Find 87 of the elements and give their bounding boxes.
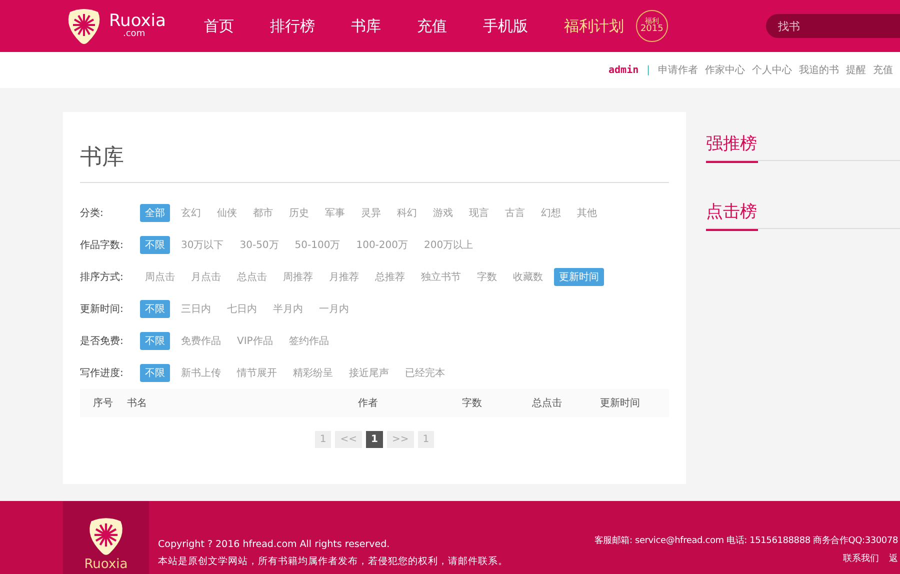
filter-option[interactable]: 游戏 [428, 204, 458, 222]
nav-link[interactable]: 充值 [416, 16, 447, 36]
filter-option[interactable]: 古言 [500, 204, 530, 222]
filter-option[interactable]: 周推荐 [278, 268, 318, 286]
logo-text: Ruoxia [109, 13, 166, 30]
user-link[interactable]: 个人中心 [752, 63, 792, 77]
filter-option[interactable]: 全部 [140, 204, 170, 222]
footer-link[interactable]: 联系我们 [843, 554, 879, 564]
filter-option[interactable]: 接近尾声 [344, 364, 394, 382]
copyright-text: Copyright ? 2016 hfread.com All rights reserved. [158, 539, 391, 550]
filter-option[interactable]: 灵异 [356, 204, 386, 222]
search-field[interactable]: 找书 [766, 14, 900, 38]
filter-label: 排序方式: [80, 270, 124, 284]
column-header: 作者 [358, 396, 379, 410]
filter-option[interactable]: 不限 [140, 300, 170, 318]
filter-label: 更新时间: [80, 302, 124, 316]
filter-label: 分类: [80, 206, 104, 220]
notice-text: 本站是原创文学网站，所有书籍均属作者发布，若侵犯您的权利，请邮件联系。 [158, 555, 508, 568]
nav-link[interactable]: 书库 [350, 16, 381, 36]
filter-option[interactable]: 仙侠 [212, 204, 242, 222]
column-header: 字数 [462, 396, 483, 410]
column-header: 总点击 [532, 396, 563, 410]
nav-link[interactable]: 福利计划 [564, 16, 624, 36]
filter-option[interactable]: 不限 [140, 236, 170, 254]
filter-option[interactable]: 科幻 [392, 204, 422, 222]
filter-option[interactable]: 月推荐 [324, 268, 364, 286]
filter-option[interactable]: 其他 [572, 204, 602, 222]
filter-option[interactable]: 已经完本 [400, 364, 450, 382]
filter-option[interactable]: 30-50万 [234, 236, 284, 254]
logo-text: Ruoxia [84, 557, 128, 572]
user-link[interactable]: 提醒 [846, 63, 866, 77]
filter-option[interactable]: 签约作品 [284, 332, 334, 350]
user-link[interactable]: 我追的书 [799, 63, 839, 77]
section-title: 强推榜 [706, 132, 758, 163]
filter-option[interactable]: 七日内 [222, 300, 262, 318]
nav-link[interactable]: 排行榜 [270, 16, 315, 36]
filter-option[interactable]: 30万以下 [176, 236, 229, 254]
filter-label: 是否免费: [80, 334, 124, 348]
filter-option[interactable]: 精彩纷呈 [288, 364, 338, 382]
user-link[interactable]: 充值 [873, 63, 893, 77]
logo-domain: .com [123, 30, 146, 39]
filter-option[interactable]: 独立书节 [416, 268, 466, 286]
filter-option[interactable]: 半月内 [268, 300, 308, 318]
filter-option[interactable]: 军事 [320, 204, 350, 222]
filter-option[interactable]: VIP作品 [232, 332, 278, 350]
filter-option[interactable]: 总点击 [232, 268, 272, 286]
filter-option[interactable]: 免费作品 [176, 332, 226, 350]
page-button[interactable]: << [335, 431, 362, 448]
filter-option[interactable]: 更新时间 [554, 268, 604, 286]
filter-option[interactable]: 总推荐 [370, 268, 410, 286]
filter-option[interactable]: 200万以上 [419, 236, 478, 254]
filter-option[interactable]: 字数 [472, 268, 502, 286]
separator: | [646, 64, 650, 76]
nav-link[interactable]: 首页 [204, 16, 234, 36]
page-button[interactable]: 1 [418, 431, 434, 448]
username-link[interactable]: admin [608, 64, 639, 76]
section-title: 点击榜 [706, 200, 758, 231]
nav-link[interactable]: 手机版 [482, 16, 528, 36]
filter-option[interactable]: 一月内 [314, 300, 354, 318]
filter-option[interactable]: 情节展开 [232, 364, 282, 382]
page-button[interactable]: 1 [314, 431, 332, 448]
page-title: 书库 [80, 112, 670, 183]
footer-link[interactable]: 返 [889, 554, 898, 564]
filter-option[interactable]: 不限 [140, 364, 170, 382]
filter-option[interactable]: 新书上传 [176, 364, 226, 382]
column-header: 书名 [127, 396, 148, 410]
filter-option[interactable]: 玄幻 [176, 204, 206, 222]
column-header: 序号 [93, 396, 114, 410]
column-header: 更新时间 [600, 396, 641, 410]
filter-option[interactable]: 三日内 [176, 300, 216, 318]
filter-option[interactable]: 周点击 [140, 268, 180, 286]
filter-option[interactable]: 50-100万 [290, 236, 346, 254]
filter-option[interactable]: 收藏数 [508, 268, 548, 286]
page-button[interactable]: 1 [366, 431, 384, 448]
filter-label: 作品字数: [80, 238, 124, 252]
filter-option[interactable]: 100-200万 [351, 236, 414, 254]
user-link[interactable]: 作家中心 [705, 63, 745, 77]
filter-option[interactable]: 幻想 [536, 204, 566, 222]
filter-option[interactable]: 历史 [284, 204, 314, 222]
page-button[interactable]: >> [387, 431, 414, 448]
contact-text: 客服邮箱: service@hfread.com 电话: 15156188888 商务合作QQ:330078 [594, 534, 898, 547]
filter-option[interactable]: 月点击 [186, 268, 226, 286]
filter-option[interactable]: 都市 [248, 204, 278, 222]
user-link[interactable]: 申请作者 [658, 63, 698, 77]
filter-option[interactable]: 现言 [464, 204, 494, 222]
filter-option[interactable]: 不限 [140, 332, 170, 350]
filter-label: 写作进度: [80, 366, 124, 380]
